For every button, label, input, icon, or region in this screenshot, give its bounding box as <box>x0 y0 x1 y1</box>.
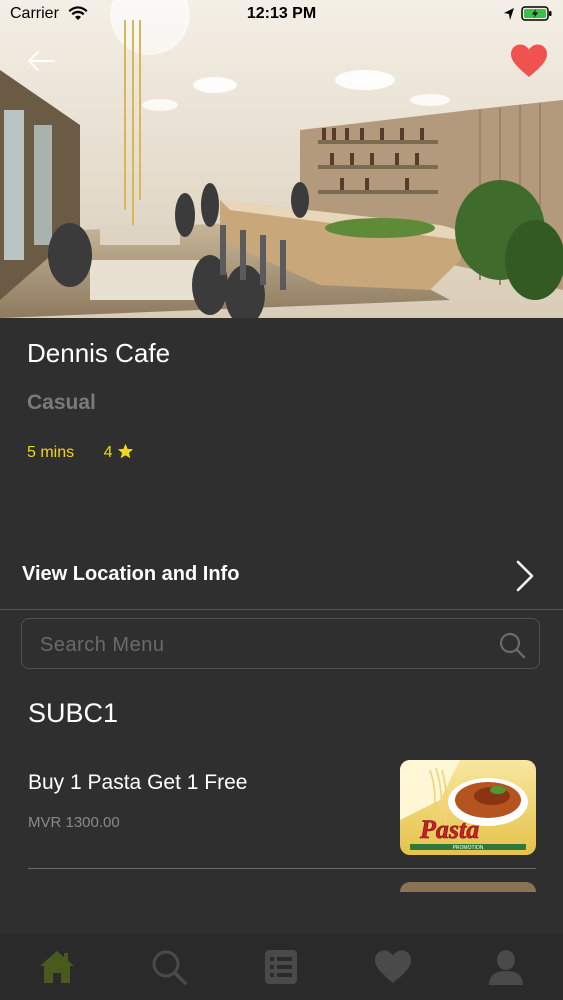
pasta-promo-image: Pasta PROMOTION <box>400 760 536 855</box>
tab-search-icon[interactable] <box>149 947 189 987</box>
search-icon[interactable] <box>498 631 526 659</box>
restaurant-meta: 5 mins 4 <box>27 443 134 462</box>
search-menu-box <box>21 618 540 669</box>
star-icon <box>117 443 134 459</box>
menu-item[interactable]: Buy 1 Pasta Get 1 Free MVR 1300.00 Pasta… <box>0 752 563 868</box>
menu-item-title: Buy 1 Pasta Get 1 Free <box>28 771 248 794</box>
menu-section-title: SUBC1 <box>28 698 119 728</box>
location-arrow-icon <box>504 8 514 20</box>
pasta-promo-text: Pasta <box>419 815 479 844</box>
menu-item-price: MVR 1300.00 <box>28 814 120 831</box>
battery-icon <box>521 6 552 21</box>
tab-list-icon[interactable] <box>261 947 301 987</box>
pasta-promo-subtext: PROMOTION <box>453 845 484 851</box>
tab-favorites-icon[interactable] <box>373 947 413 987</box>
chevron-right-icon <box>516 560 534 592</box>
status-time: 12:13 PM <box>246 5 317 22</box>
view-location-label: View Location and Info <box>22 563 240 585</box>
bottom-tab-bar <box>0 933 563 1000</box>
restaurant-category: Casual <box>27 391 96 414</box>
tab-home-icon[interactable] <box>37 947 77 987</box>
view-location-button[interactable]: View Location and Info <box>0 545 563 610</box>
menu-item-image: Pasta PROMOTION <box>400 760 536 855</box>
delivery-time: 5 mins <box>27 444 75 461</box>
menu-item-divider <box>28 868 536 869</box>
status-bar: Carrier 12:13 PM <box>0 0 563 30</box>
tab-profile-icon[interactable] <box>486 947 526 987</box>
favorite-heart-icon[interactable] <box>509 43 549 79</box>
search-menu-input[interactable] <box>38 627 482 663</box>
rating-value: 4 <box>103 444 113 461</box>
restaurant-name: Dennis Cafe <box>27 338 171 368</box>
restaurant-hero-image: Carrier 12:13 PM <box>0 0 563 318</box>
cafe-interior-photo <box>0 0 563 318</box>
next-menu-item-image <box>400 882 536 892</box>
back-arrow-icon[interactable] <box>24 44 58 78</box>
